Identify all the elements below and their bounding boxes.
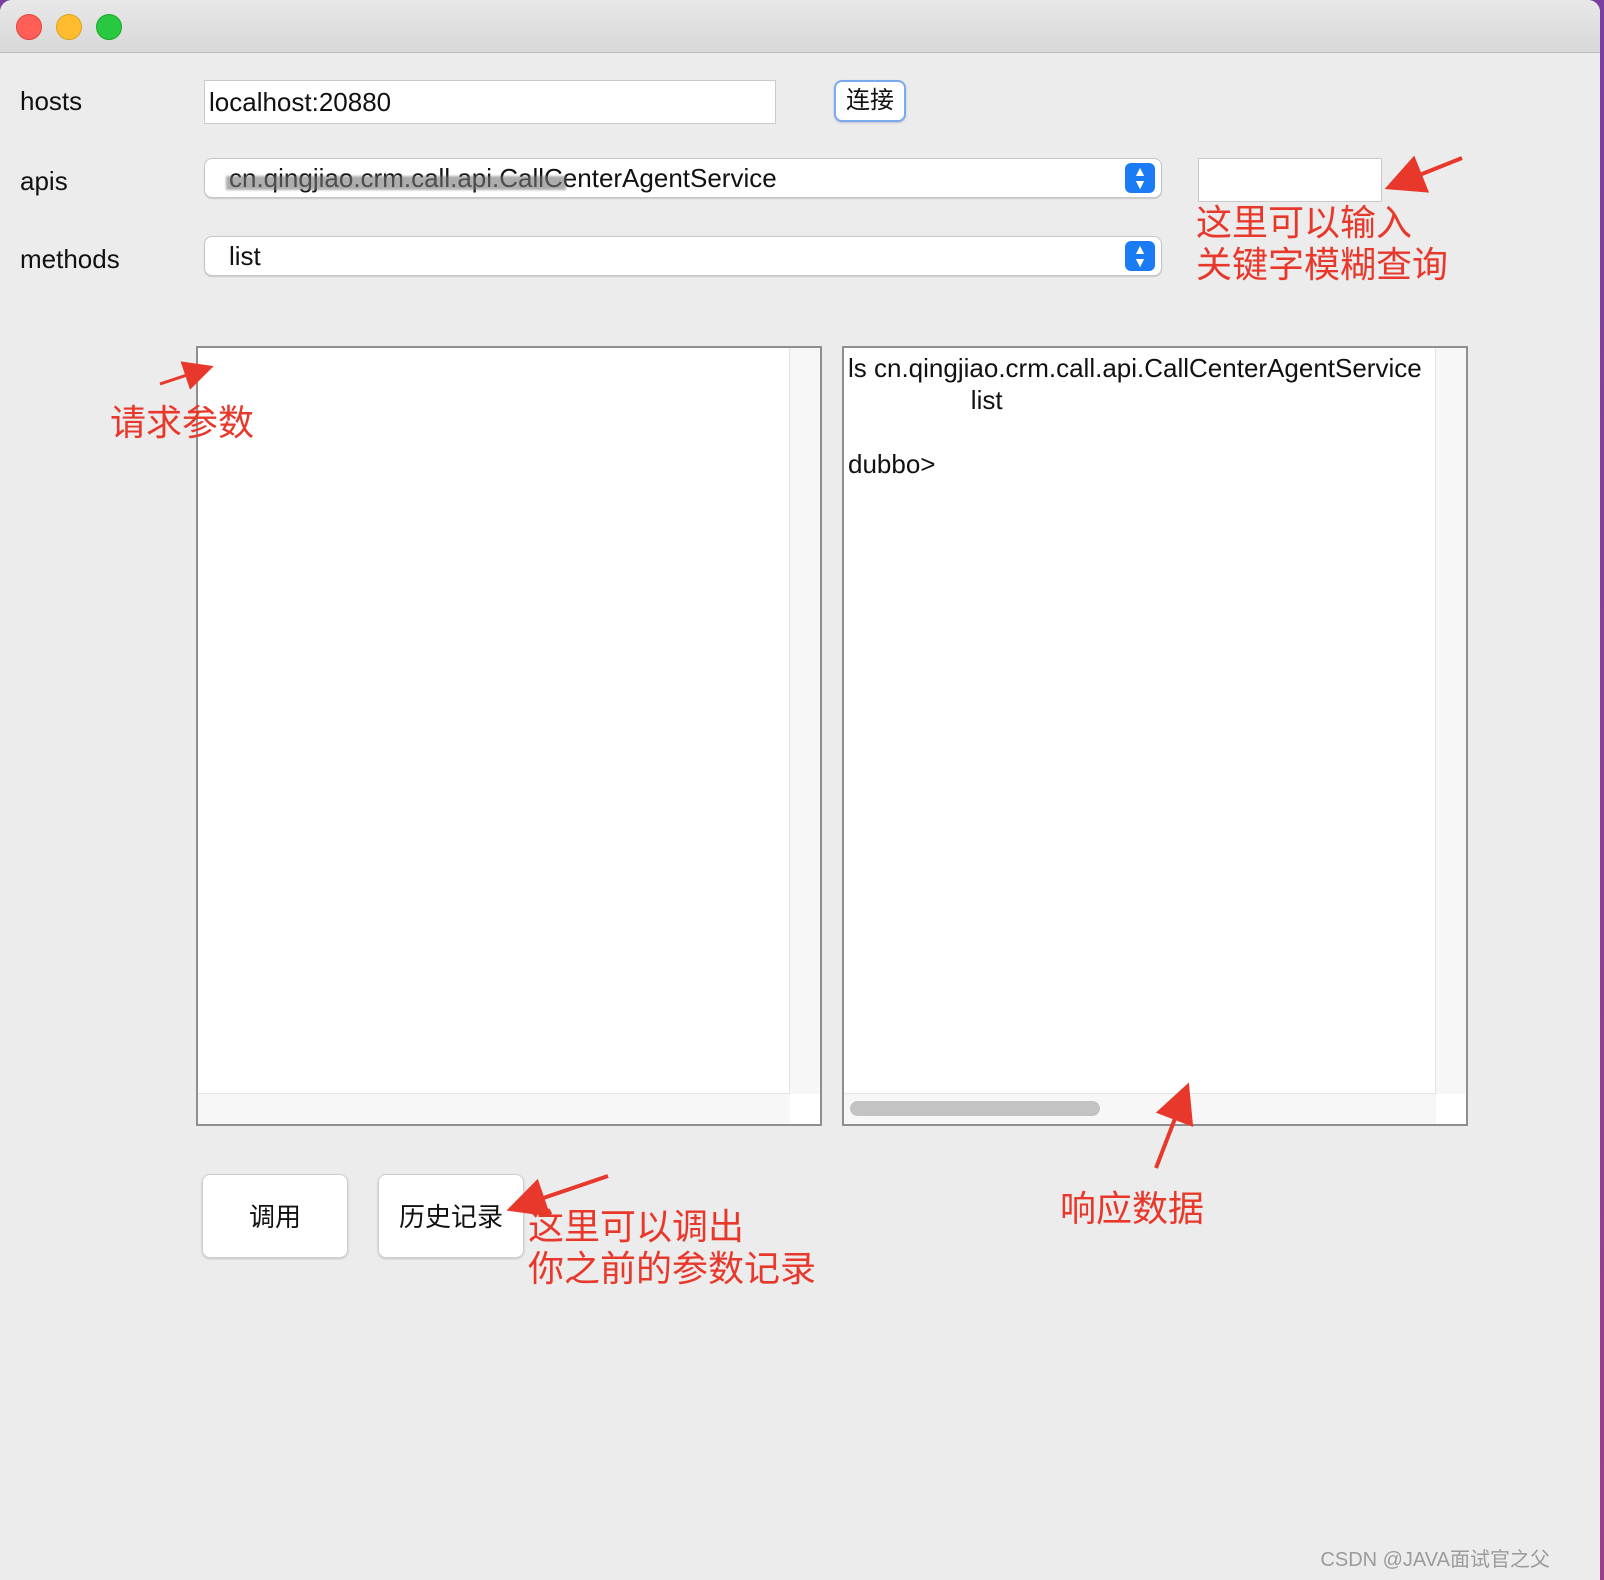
watermark: CSDN @JAVA面试官之父 (1320, 1549, 1550, 1571)
app-window: hosts localhost:20880 连接 apis cn.qingjia… (0, 0, 1600, 1580)
annotation-arrows (159, 155, 1463, 1217)
arrow-to-search-input (1384, 155, 1463, 193)
arrow-to-response (1154, 1082, 1194, 1169)
arrow-to-history-button (506, 1174, 609, 1217)
arrow-to-request-params (159, 361, 214, 390)
